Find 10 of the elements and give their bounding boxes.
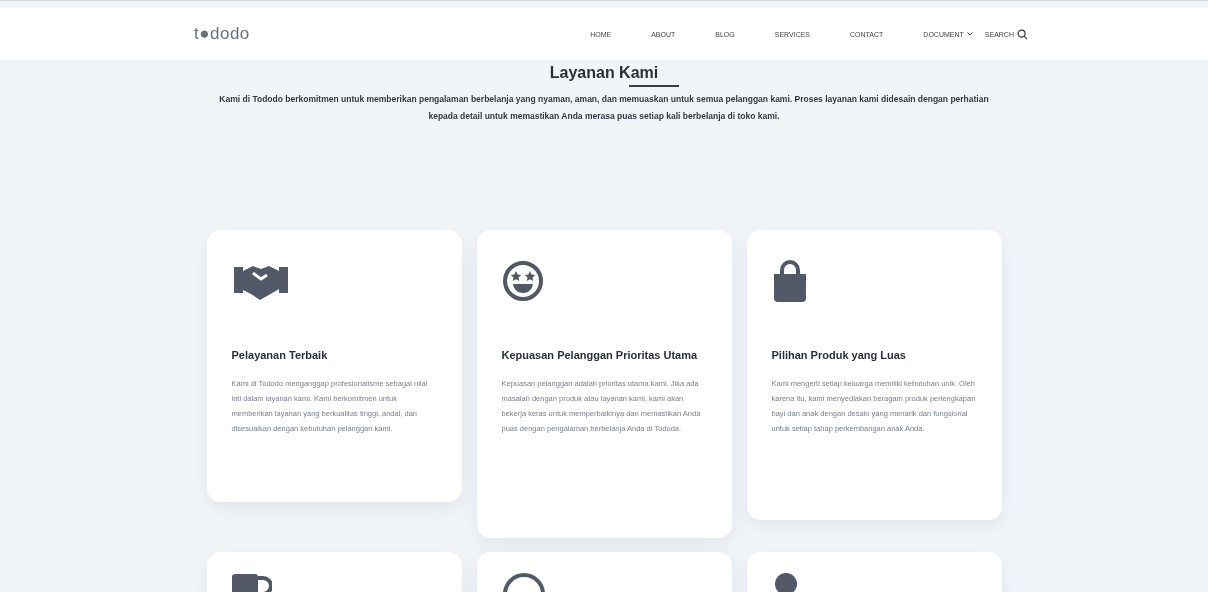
shopping-bag-icon	[771, 260, 808, 302]
section-title: Layanan Kami	[549, 64, 659, 82]
card-title: Kepuasan Pelanggan Prioritas Utama	[501, 348, 699, 363]
card-title: Pilihan Produk yang Luas	[771, 348, 907, 363]
logo[interactable]: t●dodo	[194, 24, 250, 44]
caret-icon	[966, 32, 973, 36]
card-title: Pelayanan Terbaik	[231, 348, 329, 363]
search-icon	[1017, 28, 1028, 40]
star-eyes-smiley-icon	[501, 260, 544, 302]
section-intro: Kami di Tododo berkomitmen untuk memberikan pengalaman berbelanja yang nyaman, aman, dan memuaskan untuk semua pelanggan kami. Proses layanan kami didesain dengan perhatian kepada detail untuk memastikan Anda merasa puas setiap kali berbelanja di toko kami.	[218, 93, 990, 123]
